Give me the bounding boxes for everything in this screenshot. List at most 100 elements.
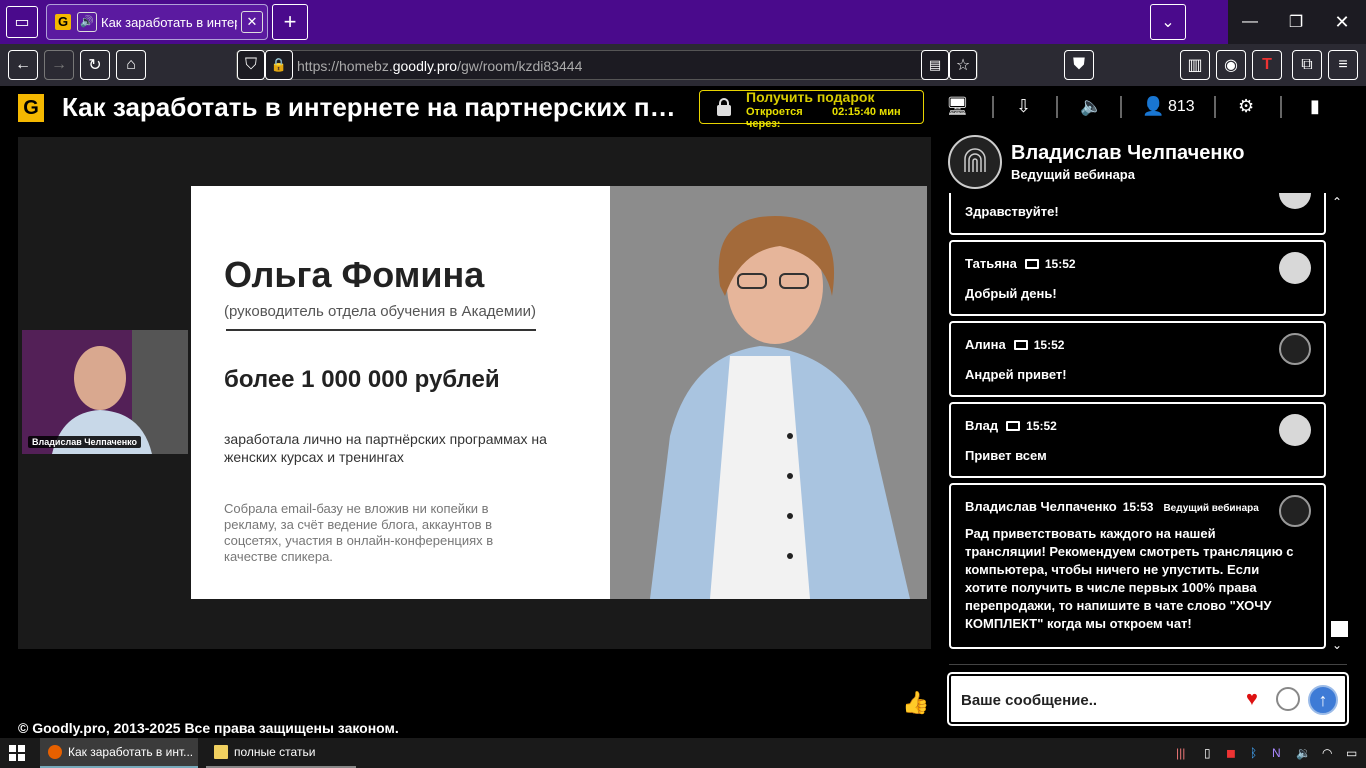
gift-button[interactable]: Получить подарок Откроется через: 02:15:… <box>699 89 924 130</box>
header-divider <box>1056 96 1058 118</box>
reader-mode-icon[interactable]: ▤ <box>921 50 949 80</box>
message-text: Добрый день! <box>965 286 1057 301</box>
pocket-icon[interactable]: ⛊ <box>1064 50 1094 80</box>
bookmark-star-icon[interactable]: ☆ <box>949 50 977 80</box>
extension-t-icon[interactable]: T <box>1252 50 1282 80</box>
message-input[interactable] <box>961 688 1241 712</box>
host-badge: Ведущий вебинара <box>1163 503 1259 514</box>
speaker-photo-illustration <box>610 186 927 599</box>
firefox-icon <box>48 745 62 759</box>
arrow-right-icon: → <box>51 56 67 73</box>
heart-icon[interactable]: ♥ <box>1246 688 1258 711</box>
send-button[interactable]: ↑ <box>1308 685 1338 715</box>
download-icon[interactable]: ⇩ <box>1016 96 1031 117</box>
host-name: Владислав Челпаченко <box>1011 142 1245 164</box>
fingerprint-avatar-icon <box>1279 333 1311 365</box>
tab-active[interactable]: G 🔊 Как заработать в интерне ✕ <box>46 4 268 40</box>
chat-message: Влад 15:52 Привет всем <box>949 402 1326 478</box>
minimize-icon: — <box>1242 13 1258 30</box>
gift-countdown: 02:15:40 мин <box>832 106 901 118</box>
chat-message: Татьяна 15:52 Добрый день! <box>949 240 1326 316</box>
desktop-icon <box>1013 340 1028 350</box>
scroll-down-icon[interactable]: ⌄ <box>1332 638 1342 652</box>
back-button[interactable]: ← <box>8 50 38 80</box>
user-avatar-icon <box>1279 252 1311 284</box>
tab-title: Как заработать в интерне <box>101 15 237 30</box>
chat-message: Алина 15:52 Андрей привет! <box>949 321 1326 397</box>
presentation-slide: Ольга Фомина (руководитель отдела обучен… <box>191 186 927 599</box>
scroll-up-icon[interactable]: ⌃ <box>1332 195 1342 209</box>
header-divider <box>1280 96 1282 118</box>
desktop-icon <box>1006 421 1021 431</box>
room-header: G Как заработать в интернете на партнерс… <box>0 86 1366 130</box>
message-time: 15:52 <box>1044 257 1076 271</box>
taskbar-item-notepad[interactable]: полные статьи <box>206 738 356 768</box>
lock-icon <box>717 98 731 116</box>
message-time: 15:53 <box>1122 500 1154 514</box>
volume-tray-icon[interactable]: 🔉 <box>1296 746 1311 760</box>
minimize-button[interactable]: — <box>1232 6 1268 38</box>
chat-message-host: Владислав Челпаченко 15:53 Ведущий вебинар… <box>949 483 1326 649</box>
app-n-icon[interactable]: N <box>1272 746 1281 760</box>
tab-overview-button[interactable]: ▭ <box>6 6 38 38</box>
taskbar-item-firefox[interactable]: Как заработать в инт... <box>40 738 198 768</box>
url-bar[interactable]: ⛉ 🔒 https://homebz.goodly.pro/gw/room/kz… <box>236 50 978 80</box>
extensions-icon[interactable]: ⧉ <box>1292 50 1322 80</box>
desktop-icon <box>1024 259 1039 269</box>
gift-opens-label: Откроется через: <box>746 106 803 130</box>
host-webcam: Владислав Челпаченко <box>22 330 188 454</box>
emoji-icon[interactable] <box>1276 687 1300 711</box>
notepad-icon <box>214 745 228 759</box>
thumbs-up-icon[interactable]: 👍 <box>902 690 929 716</box>
host-card: Владислав Челпаченко Ведущий вебинара <box>948 133 1348 193</box>
message-text: Рад приветствовать каждого на нашей тран… <box>965 526 1294 631</box>
computer-view-icon[interactable]: 🖥 <box>946 96 969 117</box>
close-icon: ✕ <box>1334 11 1350 32</box>
new-tab-button[interactable]: + <box>272 4 308 40</box>
close-window-button[interactable]: ✕ <box>1324 6 1360 38</box>
header-divider <box>1214 96 1216 118</box>
wifi-icon[interactable]: ◠ <box>1322 746 1332 760</box>
close-tab-icon[interactable]: ✕ <box>241 11 263 33</box>
windows-taskbar: Как заработать в инт... полные статьи ||… <box>0 738 1366 768</box>
goodly-favicon-icon: G <box>55 14 71 30</box>
message-text: Здравствуйте! <box>965 204 1059 219</box>
speaker-icon[interactable]: 🔊 <box>77 12 97 32</box>
url-text: https://homebz.goodly.pro/gw/room/kzdi83… <box>297 58 583 74</box>
forward-button[interactable]: → <box>44 50 74 80</box>
reload-button[interactable]: ↻ <box>80 50 110 80</box>
menu-icon[interactable]: ≡ <box>1328 50 1358 80</box>
chat-messages[interactable]: Здравствуйте! Татьяна 15:52 Добрый день! … <box>948 193 1328 651</box>
settings-off-icon[interactable]: ⚙ <box>1238 96 1254 117</box>
video-player[interactable]: Ольга Фомина (руководитель отдела обучен… <box>18 137 931 649</box>
bluetooth-icon[interactable]: ᛒ <box>1250 746 1257 760</box>
message-text: Привет всем <box>965 448 1047 463</box>
home-button[interactable]: ⌂ <box>116 50 146 80</box>
usb-icon[interactable]: ▯ <box>1204 746 1211 760</box>
message-text: Андрей привет! <box>965 367 1067 382</box>
chat-scrollbar-thumb[interactable] <box>1331 621 1348 637</box>
slide-divider <box>226 329 536 331</box>
tab-list-button[interactable]: ⌄ <box>1150 4 1186 40</box>
header-divider <box>992 96 994 118</box>
viewer-count: 813 <box>1168 98 1195 115</box>
speaker-name: Ольга Фомина <box>224 254 485 295</box>
restore-button[interactable]: ❐ <box>1278 6 1314 38</box>
lock-icon[interactable]: 🔒 <box>265 50 293 80</box>
sound-bars-icon[interactable]: ||| <box>1176 746 1185 760</box>
windows-start-icon[interactable] <box>9 745 25 761</box>
shield-icon[interactable]: ⛉ <box>237 50 265 80</box>
taskbar-item-label: Как заработать в инт... <box>68 745 194 759</box>
notifications-icon[interactable]: ▭ <box>1346 746 1357 760</box>
chat-divider <box>949 664 1347 665</box>
account-icon[interactable]: ◉ <box>1216 50 1246 80</box>
copyright-text: © Goodly.pro, 2013-2025 Все права защище… <box>18 720 399 736</box>
speaker-role: (руководитель отдела обучения в Академии… <box>224 303 536 320</box>
exit-door-icon[interactable]: ▮ <box>1310 96 1320 117</box>
volume-icon[interactable]: 🔈 <box>1080 96 1102 117</box>
header-divider <box>1120 96 1122 118</box>
message-time: 15:52 <box>1033 338 1065 352</box>
message-author: Владислав Челпаченко 15:53 Ведущий вебинар… <box>965 499 1259 514</box>
app-tray-icon[interactable]: ◼ <box>1226 746 1236 760</box>
sidebar-icon[interactable]: ▥ <box>1180 50 1210 80</box>
